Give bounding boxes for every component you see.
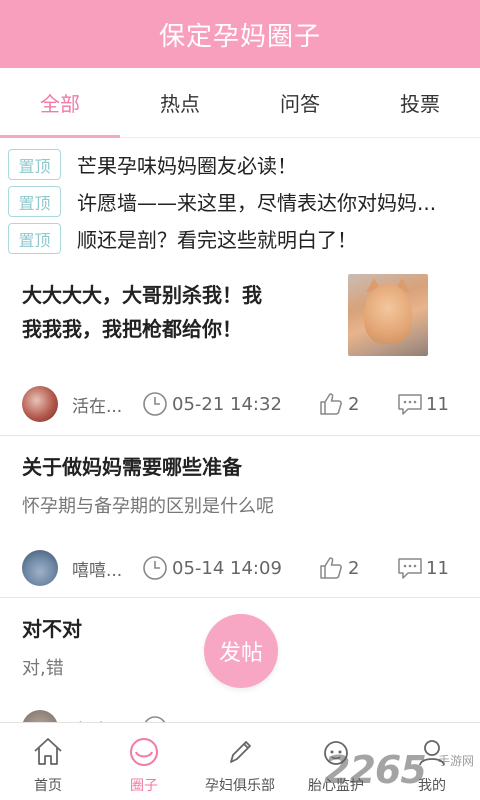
post-card[interactable]: 大大大大，大哥别杀我！我 我我我，我把枪都给你！ 活在... 05-21 14:… [0, 260, 480, 436]
post-title-line: 大大大大，大哥别杀我！我 [22, 283, 262, 307]
heartbeat-icon [324, 741, 348, 765]
comment-count: 11 [426, 557, 449, 579]
nav-label: 首页 [34, 778, 62, 794]
nav-label: 圈子 [130, 778, 158, 794]
nav-fetal-monitor[interactable]: 胎心监护 [288, 723, 384, 800]
post-time: 05-21 14:32 [172, 393, 282, 415]
tab-all[interactable]: 全部 [0, 68, 120, 138]
pinned-badge: 置顶 [8, 149, 61, 180]
avatar[interactable] [22, 550, 58, 586]
nav-profile[interactable]: 我的 [384, 723, 480, 800]
comment-count: 11 [426, 393, 449, 415]
post-title: 对不对 [22, 617, 82, 641]
pinned-list: 置顶 芒果孕味妈妈圈友必读！ 置顶 许愿墙——来这里，尽情表达你对妈妈... 置… [0, 146, 480, 257]
pinned-title: 芒果孕味妈妈圈友必读！ [77, 154, 297, 178]
pinned-badge: 置顶 [8, 186, 61, 217]
avatar[interactable] [22, 386, 58, 422]
post-meta: 活在... 05-21 14:32 2 11 [22, 384, 462, 424]
author-name[interactable]: 嘻嘻... [72, 556, 132, 581]
post-title: 关于做妈妈需要哪些准备 [22, 455, 242, 479]
tab-hot[interactable]: 热点 [120, 68, 240, 137]
thumbs-up-icon[interactable] [318, 555, 344, 581]
nav-home[interactable]: 首页 [0, 723, 96, 800]
clock-icon [144, 716, 166, 722]
category-tabs: 全部 热点 问答 投票 [0, 68, 480, 138]
nav-club[interactable]: 孕妇俱乐部 [192, 723, 288, 800]
post-card[interactable]: 关于做妈妈需要哪些准备 怀孕期与备孕期的区别是什么呢 嘻嘻... 05-14 1… [0, 436, 480, 598]
page-title: 保定孕妈圈子 [158, 21, 321, 52]
pinned-title: 许愿墙——来这里，尽情表达你对妈妈... [77, 191, 437, 215]
nav-label: 孕妇俱乐部 [205, 778, 275, 794]
like-count: 2 [348, 557, 360, 579]
tab-vote[interactable]: 投票 [360, 68, 480, 137]
author-name[interactable]: 活在... [72, 392, 132, 417]
new-post-button[interactable]: 发帖 [204, 614, 278, 688]
post-meta: 嘻嘻... 05-14 14:09 2 11 [22, 548, 462, 588]
post-summary: 对,错 [22, 658, 64, 679]
circle-icon [130, 738, 158, 766]
comment-icon[interactable] [396, 391, 424, 417]
nav-circle[interactable]: 圈子 [96, 723, 192, 800]
pencil-icon [230, 741, 251, 763]
comment-icon[interactable] [396, 555, 424, 581]
clock-icon [143, 556, 167, 580]
post-meta: 東鹏 [22, 708, 462, 722]
pinned-title: 顺还是剖？看完这些就明白了！ [77, 228, 357, 252]
bottom-navigation: 首页 圈子 孕妇俱乐部 胎心监护 我的 [0, 722, 480, 800]
post-summary: 怀孕期与备孕期的区别是什么呢 [22, 496, 274, 517]
post-time: 05-14 14:09 [172, 557, 282, 579]
app-header: 保定孕妈圈子 [0, 0, 480, 68]
thumbs-up-icon[interactable] [318, 391, 344, 417]
avatar[interactable] [22, 710, 58, 722]
pinned-item[interactable]: 置顶 顺还是剖？看完这些就明白了！ [0, 220, 480, 257]
pinned-item[interactable]: 置顶 许愿墙——来这里，尽情表达你对妈妈... [0, 183, 480, 220]
post-thumbnail[interactable] [348, 274, 428, 356]
nav-label: 我的 [418, 778, 446, 794]
home-icon [34, 738, 62, 765]
clock-icon [143, 392, 167, 416]
profile-icon [419, 740, 445, 766]
tab-qa[interactable]: 问答 [240, 68, 360, 137]
pinned-badge: 置顶 [8, 223, 61, 254]
pinned-item[interactable]: 置顶 芒果孕味妈妈圈友必读！ [0, 146, 480, 183]
like-count: 2 [348, 393, 360, 415]
post-title-line: 我我我，我把枪都给你！ [22, 317, 242, 341]
thumbnail-cat-image [364, 284, 412, 344]
nav-label: 胎心监护 [308, 778, 364, 794]
